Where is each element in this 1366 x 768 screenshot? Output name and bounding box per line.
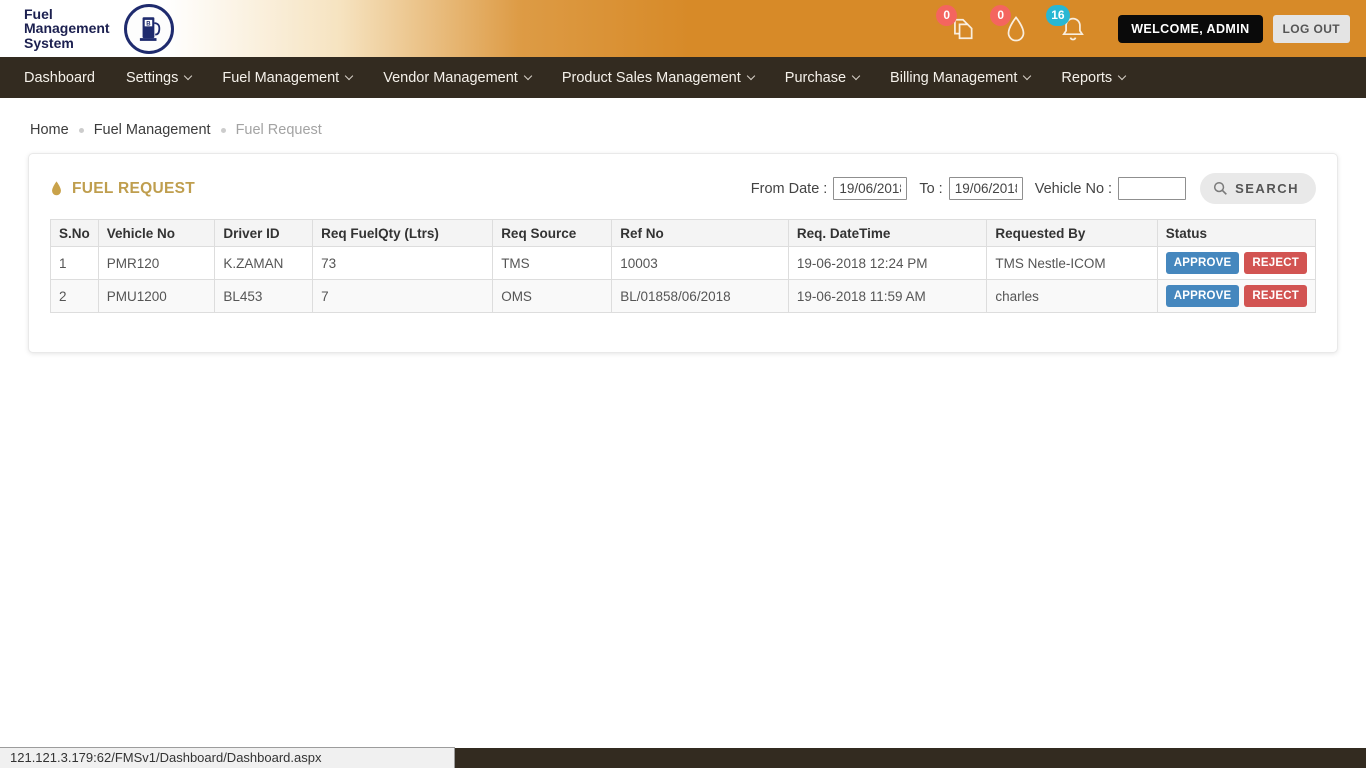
col-vehicle-no: Vehicle No	[98, 220, 215, 247]
col-requested-by: Requested By	[987, 220, 1157, 247]
cell-vehicle-no: PMU1200	[98, 280, 215, 313]
cell-vehicle-no: PMR120	[98, 247, 215, 280]
logo-line: Management	[24, 21, 110, 36]
chevron-down-icon	[524, 72, 532, 80]
table-row: 1 PMR120 K.ZAMAN 73 TMS 10003 19-06-2018…	[51, 247, 1316, 280]
col-status: Status	[1157, 220, 1315, 247]
col-req-fuelqty: Req FuelQty (Ltrs)	[313, 220, 493, 247]
cell-req-fuelqty: 73	[313, 247, 493, 280]
alerts-badge: 16	[1046, 5, 1069, 26]
app-header: Fuel Management System B 0 0	[0, 0, 1366, 57]
chevron-down-icon	[1023, 72, 1031, 80]
main-navigation: Dashboard Settings Fuel Management Vendo…	[0, 57, 1366, 98]
cell-driver-id: BL453	[215, 280, 313, 313]
nav-item-reports[interactable]: Reports	[1061, 70, 1125, 86]
col-ref-no: Ref No	[612, 220, 789, 247]
nav-item-dashboard[interactable]: Dashboard	[24, 70, 95, 86]
cell-requested-by: TMS Nestle-ICOM	[987, 247, 1157, 280]
chevron-down-icon	[852, 72, 860, 80]
browser-status-url: 121.121.3.179:62/FMSv1/Dashboard/Dashboa…	[0, 747, 455, 768]
cell-req-fuelqty: 7	[313, 280, 493, 313]
cell-req-source: OMS	[493, 280, 612, 313]
fuel-notification-button[interactable]: 0	[1002, 14, 1032, 44]
cell-status: APPROVEREJECT	[1157, 280, 1315, 313]
chevron-down-icon	[345, 72, 353, 80]
search-button[interactable]: SEARCH	[1200, 173, 1316, 204]
cell-ref-no: BL/01858/06/2018	[612, 280, 789, 313]
logo-line: System	[24, 36, 110, 51]
cell-status: APPROVEREJECT	[1157, 247, 1315, 280]
cell-driver-id: K.ZAMAN	[215, 247, 313, 280]
breadcrumb-fuel-management[interactable]: Fuel Management	[94, 122, 211, 138]
svg-text:B: B	[146, 21, 151, 27]
table-header-row: S.No Vehicle No Driver ID Req FuelQty (L…	[51, 220, 1316, 247]
droplet-icon	[50, 180, 63, 197]
to-date-input[interactable]	[949, 177, 1023, 200]
bell-icon	[1058, 31, 1088, 48]
fuel-request-panel: FUEL REQUEST From Date : To : Vehicle No…	[28, 153, 1338, 353]
col-driver-id: Driver ID	[215, 220, 313, 247]
reject-button[interactable]: REJECT	[1244, 285, 1307, 307]
nav-item-vendor-management[interactable]: Vendor Management	[383, 70, 531, 86]
alerts-notification-button[interactable]: 16	[1058, 14, 1088, 44]
approve-button[interactable]: APPROVE	[1166, 285, 1240, 307]
breadcrumb-fuel-request: Fuel Request	[236, 122, 322, 138]
from-date-input[interactable]	[833, 177, 907, 200]
vehicle-no-input[interactable]	[1118, 177, 1186, 200]
welcome-badge: WELCOME, ADMIN	[1118, 15, 1262, 43]
app-logo-text: Fuel Management System	[24, 7, 110, 51]
nav-item-settings[interactable]: Settings	[126, 70, 191, 86]
table-row: 2 PMU1200 BL453 7 OMS BL/01858/06/2018 1…	[51, 280, 1316, 313]
documents-notification-button[interactable]: 0	[948, 14, 978, 44]
chevron-down-icon	[184, 72, 192, 80]
page-title: FUEL REQUEST	[50, 180, 195, 198]
header-actions: 0 0 16 W	[948, 0, 1350, 57]
cell-ref-no: 10003	[612, 247, 789, 280]
breadcrumb-home[interactable]: Home	[30, 122, 69, 138]
col-req-datetime: Req. DateTime	[788, 220, 986, 247]
logo-line: Fuel	[24, 7, 110, 22]
fuel-pump-logo-icon: B	[124, 4, 174, 54]
cell-sno: 2	[51, 280, 99, 313]
vehicle-no-label: Vehicle No :	[1035, 181, 1112, 197]
cell-req-datetime: 19-06-2018 11:59 AM	[788, 280, 986, 313]
cell-sno: 1	[51, 247, 99, 280]
droplet-icon	[1002, 31, 1030, 48]
approve-button[interactable]: APPROVE	[1166, 252, 1240, 274]
search-filters: From Date : To : Vehicle No : SEARCH	[751, 173, 1316, 204]
breadcrumb-separator-dot	[221, 128, 226, 133]
breadcrumb-separator-dot	[79, 128, 84, 133]
cell-req-datetime: 19-06-2018 12:24 PM	[788, 247, 986, 280]
to-date-label: To :	[919, 181, 942, 197]
from-date-label: From Date :	[751, 181, 828, 197]
nav-item-product-sales-management[interactable]: Product Sales Management	[562, 70, 754, 86]
fuel-request-table: S.No Vehicle No Driver ID Req FuelQty (L…	[50, 219, 1316, 313]
fuel-badge: 0	[990, 5, 1011, 26]
nav-item-purchase[interactable]: Purchase	[785, 70, 859, 86]
cell-requested-by: charles	[987, 280, 1157, 313]
cell-req-source: TMS	[493, 247, 612, 280]
chevron-down-icon	[747, 72, 755, 80]
chevron-down-icon	[1118, 72, 1126, 80]
col-req-source: Req Source	[493, 220, 612, 247]
col-sno: S.No	[51, 220, 99, 247]
nav-item-fuel-management[interactable]: Fuel Management	[222, 70, 352, 86]
logout-button[interactable]: LOG OUT	[1273, 15, 1350, 43]
reject-button[interactable]: REJECT	[1244, 252, 1307, 274]
documents-icon	[948, 31, 978, 48]
documents-badge: 0	[936, 5, 957, 26]
search-icon	[1213, 181, 1228, 196]
nav-item-billing-management[interactable]: Billing Management	[890, 70, 1030, 86]
breadcrumb: Home Fuel Management Fuel Request	[0, 98, 1366, 138]
